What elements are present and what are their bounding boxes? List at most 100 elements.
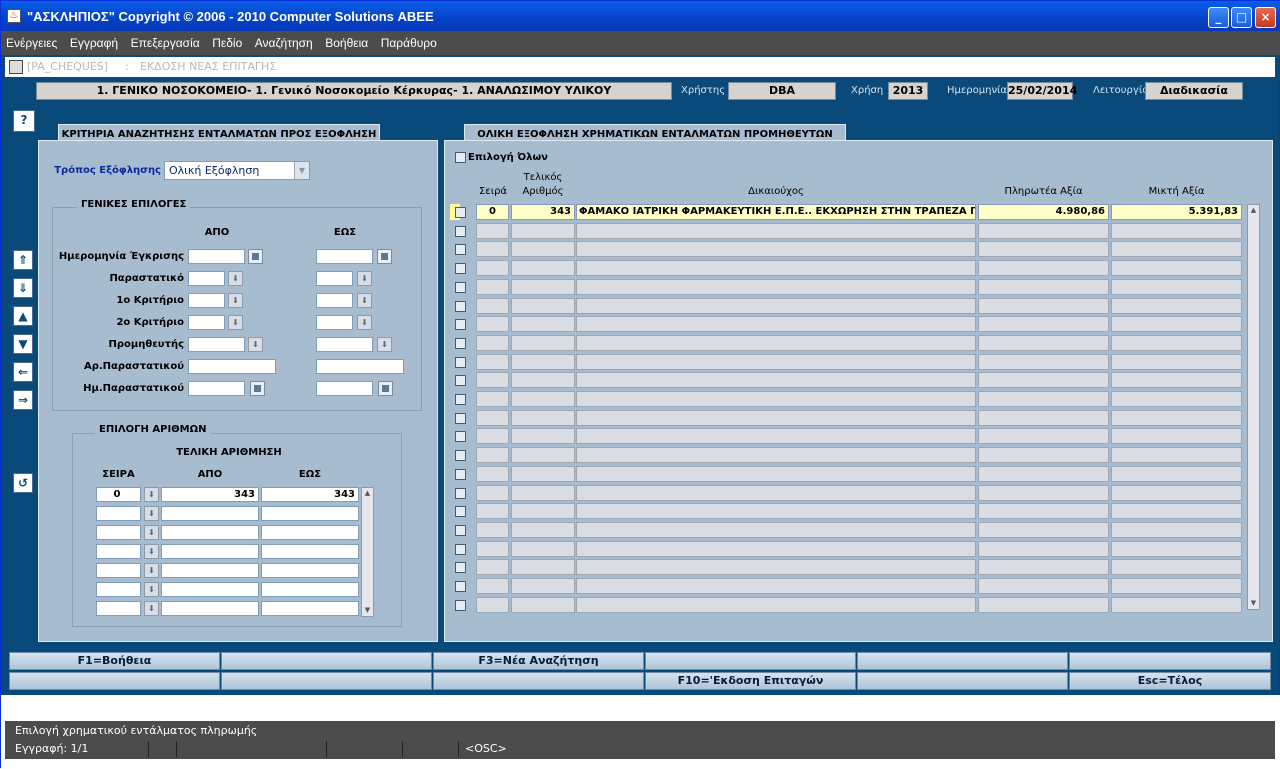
fkey-blank-button[interactable] [9, 672, 220, 690]
row-gross-cell[interactable] [1111, 334, 1242, 351]
select-all-checkbox[interactable] [455, 152, 466, 163]
fkey-blank-button[interactable] [433, 672, 644, 690]
numbering-to-input[interactable]: 343 [261, 487, 359, 502]
scroll-down-icon[interactable]: ▼ [1248, 598, 1259, 609]
numbering-series-input[interactable] [96, 582, 141, 597]
row-number-cell[interactable] [511, 316, 575, 333]
row-series-cell[interactable] [476, 465, 509, 482]
numbering-to-input[interactable] [261, 525, 359, 540]
previous-record-button[interactable]: ⇐ [13, 362, 33, 382]
approval-date-to-input[interactable] [316, 249, 373, 264]
row-series-cell[interactable] [476, 447, 509, 464]
row-beneficiary-cell[interactable] [576, 521, 976, 538]
row-number-cell[interactable] [511, 372, 575, 389]
scroll-up-icon[interactable]: ▲ [362, 488, 373, 499]
row-number-cell[interactable] [511, 465, 575, 482]
fkey-blank-button[interactable] [857, 672, 1068, 690]
row-payable-cell[interactable] [978, 316, 1109, 333]
row-gross-cell[interactable] [1111, 391, 1242, 407]
numbering-from-input[interactable] [161, 506, 259, 521]
row-beneficiary-cell[interactable] [576, 353, 976, 370]
row-payable-cell[interactable] [978, 241, 1109, 258]
last-record-button[interactable]: ⇓ [13, 278, 33, 298]
numbering-to-input[interactable] [261, 601, 359, 616]
row-number-cell[interactable]: 343 [511, 204, 575, 220]
row-beneficiary-cell[interactable] [576, 447, 976, 464]
row-beneficiary-cell[interactable] [576, 503, 976, 520]
row-number-cell[interactable] [511, 391, 575, 407]
row-beneficiary-cell[interactable] [576, 559, 976, 576]
row-select-checkbox[interactable] [455, 375, 466, 387]
row-select-checkbox[interactable] [455, 543, 466, 555]
row-select-checkbox[interactable] [455, 394, 466, 405]
numbering-scrollbar[interactable]: ▲ ▼ [361, 487, 374, 617]
numbering-from-input[interactable]: 343 [161, 487, 259, 502]
row-series-cell[interactable] [476, 484, 509, 501]
row-beneficiary-cell[interactable] [576, 428, 976, 445]
f1-help-button[interactable]: F1=Βοήθεια [9, 652, 220, 670]
row-beneficiary-cell[interactable] [576, 465, 976, 482]
row-gross-cell[interactable] [1111, 447, 1242, 464]
scroll-up-icon[interactable]: ▲ [1248, 205, 1259, 216]
calendar-icon[interactable] [250, 381, 265, 396]
row-number-cell[interactable] [511, 559, 575, 576]
lov-down-icon[interactable]: ⬇ [144, 544, 159, 559]
next-page-button[interactable]: ▼ [13, 334, 33, 354]
row-number-cell[interactable] [511, 521, 575, 538]
row-series-cell[interactable] [476, 278, 509, 295]
approval-date-from-input[interactable] [188, 249, 245, 264]
row-beneficiary-cell[interactable] [576, 372, 976, 389]
row-payable-cell[interactable] [978, 391, 1109, 407]
row-payable-cell[interactable] [978, 596, 1109, 613]
numbering-from-input[interactable] [161, 582, 259, 597]
row-select-checkbox[interactable] [455, 431, 466, 443]
row-beneficiary-cell[interactable] [576, 578, 976, 594]
supplier-to-input[interactable] [316, 337, 373, 352]
fkey-blank-button[interactable] [857, 652, 1068, 670]
lov-down-icon[interactable]: ⬇ [228, 271, 243, 286]
close-button[interactable]: × [1255, 7, 1276, 28]
numbering-to-input[interactable] [261, 544, 359, 559]
row-gross-cell[interactable] [1111, 503, 1242, 520]
f3-new-search-button[interactable]: F3=Νέα Αναζήτηση [433, 652, 644, 670]
row-series-cell[interactable] [476, 521, 509, 538]
row-select-checkbox[interactable] [455, 263, 466, 275]
row-gross-cell[interactable] [1111, 465, 1242, 482]
row-payable-cell[interactable] [978, 465, 1109, 482]
scroll-down-icon[interactable]: ▼ [362, 605, 373, 616]
criterion2-from-input[interactable] [188, 315, 225, 330]
menu-field[interactable]: Πεδίο [207, 31, 246, 50]
row-select-checkbox[interactable] [455, 319, 466, 331]
row-payable-cell[interactable] [978, 278, 1109, 295]
row-number-cell[interactable] [511, 260, 575, 277]
row-beneficiary-cell[interactable] [576, 297, 976, 314]
row-beneficiary-cell[interactable] [576, 484, 976, 501]
row-beneficiary-cell[interactable] [576, 260, 976, 277]
numbering-series-input[interactable] [96, 563, 141, 578]
lov-down-icon[interactable]: ⬇ [144, 582, 159, 597]
row-gross-cell[interactable] [1111, 372, 1242, 389]
calendar-icon[interactable] [377, 249, 392, 264]
row-number-cell[interactable] [511, 484, 575, 501]
numbering-series-input[interactable] [96, 601, 141, 616]
row-select-checkbox[interactable] [455, 337, 466, 349]
row-number-cell[interactable] [511, 241, 575, 258]
row-gross-cell[interactable] [1111, 241, 1242, 258]
row-payable-cell[interactable] [978, 297, 1109, 314]
criterion1-to-input[interactable] [316, 293, 353, 308]
row-gross-cell[interactable] [1111, 559, 1242, 576]
lov-down-icon[interactable]: ⬇ [357, 315, 372, 330]
document-date-to-input[interactable] [316, 381, 373, 396]
calendar-icon[interactable] [378, 381, 393, 396]
menu-actions[interactable]: Ενέργειες [1, 31, 61, 50]
row-series-cell[interactable] [476, 372, 509, 389]
numbering-to-input[interactable] [261, 582, 359, 597]
row-series-cell[interactable] [476, 578, 509, 594]
fkey-blank-button[interactable] [221, 652, 432, 670]
numbering-series-input[interactable] [96, 525, 141, 540]
row-select-checkbox[interactable] [455, 562, 466, 574]
lov-down-icon[interactable]: ⬇ [144, 525, 159, 540]
row-payable-cell[interactable] [978, 503, 1109, 520]
row-gross-cell[interactable] [1111, 484, 1242, 501]
row-number-cell[interactable] [511, 503, 575, 520]
